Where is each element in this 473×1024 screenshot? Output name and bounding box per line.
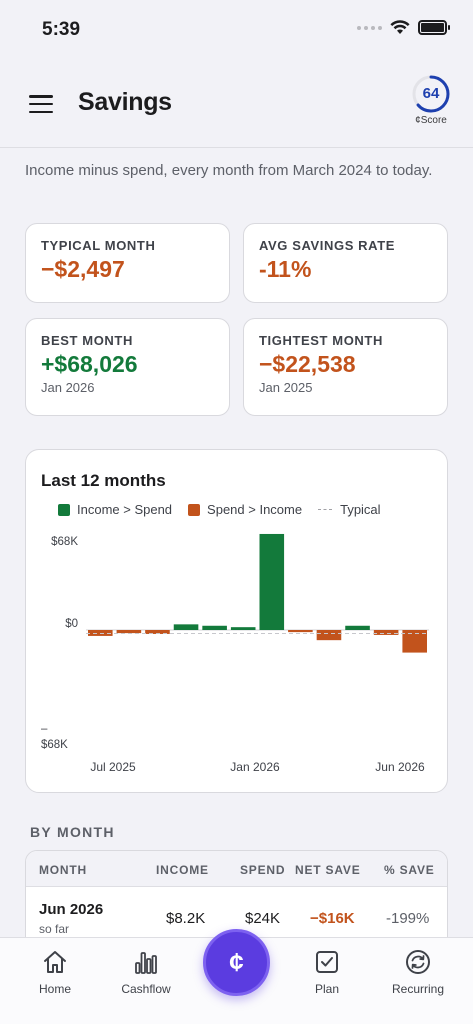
x-tick-label: Jul 2025 [90, 760, 136, 774]
cent-icon: ¢ [229, 947, 244, 977]
x-tick-label: Jun 2026 [375, 760, 425, 774]
refresh-icon [378, 946, 458, 978]
stat-label: AVG SAVINGS RATE [259, 238, 396, 253]
row-pct-save: -199% [386, 910, 430, 927]
chart-bar [173, 624, 199, 630]
stat-card-avg-savings-rate: AVG SAVINGS RATE -11% [243, 223, 448, 303]
stat-value: −$22,538 [259, 351, 356, 377]
tab-label: Recurring [391, 982, 445, 996]
col-spend: SPEND [240, 863, 286, 877]
stat-label: BEST MONTH [41, 333, 133, 348]
stat-value: +$68,026 [41, 351, 138, 377]
x-tick-label: Jan 2026 [230, 760, 280, 774]
chart-bar [373, 630, 399, 635]
center-action-button[interactable]: ¢ [203, 929, 270, 996]
header: Savings 64 ¢Score [0, 60, 473, 148]
battery-icon [418, 20, 450, 35]
chart-bar [288, 630, 313, 633]
chart-bar [202, 625, 227, 630]
by-month-heading: BY MONTH [30, 824, 115, 840]
stat-card-typical-month: TYPICAL MONTH −$2,497 [25, 223, 230, 303]
chart-bar [88, 630, 113, 636]
tab-plan[interactable]: Plan [287, 946, 367, 996]
chart-bar [230, 627, 256, 630]
chart-bar [259, 533, 285, 630]
col-month: MONTH [39, 863, 87, 877]
chart-card: Last 12 months Income > Spend Spend > In… [25, 449, 448, 793]
y-tick-label: $68K [41, 739, 68, 751]
chart-bar [116, 630, 142, 634]
stat-value: -11% [259, 256, 312, 282]
status-indicators [357, 20, 450, 35]
checkbox-icon [287, 946, 367, 978]
stat-label: TYPICAL MONTH [41, 238, 156, 253]
stat-sub: Jan 2026 [41, 380, 95, 395]
intro-text: Income minus spend, every month from Mar… [25, 162, 433, 179]
table-header: MONTH INCOME SPEND NET SAVE % SAVE [26, 851, 447, 887]
col-income: INCOME [156, 863, 209, 877]
tab-label: Cashflow [121, 982, 171, 996]
signal-icon [357, 25, 382, 30]
score-badge[interactable]: 64 ¢Score [409, 74, 453, 126]
stat-card-best-month: BEST MONTH +$68,026 Jan 2026 [25, 318, 230, 416]
row-note: so far [39, 922, 70, 936]
status-bar: 5:39 [0, 0, 473, 60]
row-income: $8.2K [166, 910, 206, 927]
status-time: 5:39 [42, 19, 81, 40]
col-pct-save: % SAVE [384, 863, 435, 877]
score-label: ¢Score [415, 115, 447, 126]
y-tick-label: – [41, 723, 48, 735]
tab-label: Plan [314, 982, 340, 996]
stat-label: TIGHTEST MONTH [259, 333, 383, 348]
home-icon [15, 946, 95, 978]
score-value: 64 [422, 85, 440, 102]
stat-value: −$2,497 [41, 256, 125, 282]
page-title: Savings [78, 88, 172, 116]
chart-bar [316, 630, 342, 641]
row-month: Jun 2026 [39, 901, 104, 918]
stat-card-tightest-month: TIGHTEST MONTH −$22,538 Jan 2025 [243, 318, 448, 416]
tab-recurring[interactable]: Recurring [378, 946, 458, 996]
col-net-save: NET SAVE [295, 863, 361, 877]
tab-label: Home [38, 982, 71, 996]
y-tick-label: $68K [51, 536, 78, 548]
bar-chart: $68K $0 – $68K Jul 2025 Jan 2026 Jun 2026 [41, 533, 429, 774]
score-ring-icon: 64 [411, 74, 451, 114]
tab-home[interactable]: Home [15, 946, 95, 996]
tab-cashflow[interactable]: Cashflow [106, 946, 186, 996]
stat-sub: Jan 2025 [259, 380, 313, 395]
bar-chart-icon [106, 946, 186, 978]
y-tick-label: $0 [65, 618, 78, 630]
row-spend: $24K [245, 910, 281, 927]
chart-bar [345, 625, 370, 630]
wifi-icon [390, 20, 410, 34]
row-net-save: −$16K [310, 910, 355, 927]
menu-icon[interactable] [29, 95, 53, 113]
